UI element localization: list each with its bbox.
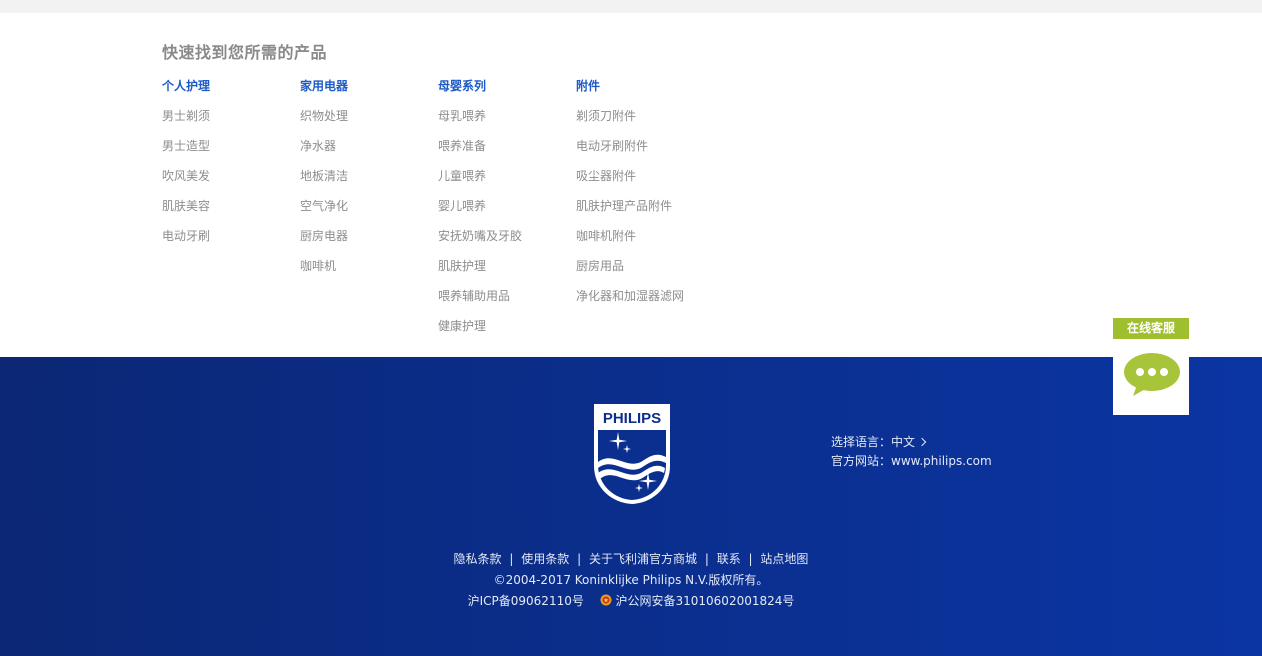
category-link[interactable]: 安抚奶嘴及牙胶: [438, 227, 522, 257]
icp-link[interactable]: 沪ICP备09062110号: [468, 594, 584, 608]
category-column-mother-baby: 母婴系列 母乳喂养 喂养准备 儿童喂养 婴儿喂养 安抚奶嘴及牙胶 肌肤护理 喂养…: [438, 77, 522, 347]
terms-link[interactable]: 使用条款: [521, 552, 569, 566]
sitemap-link[interactable]: 站点地图: [760, 552, 808, 566]
category-column-home-appliances: 家用电器 织物处理 净水器 地板清洁 空气净化 厨房电器 咖啡机: [300, 77, 348, 287]
language-label: 选择语言：中文: [831, 435, 916, 449]
link-separator: |: [704, 552, 709, 566]
language-block: 选择语言：中文 官方网站：www.philips.com: [831, 433, 992, 471]
category-link[interactable]: 厨房电器: [300, 227, 348, 257]
category-link[interactable]: 喂养辅助用品: [438, 287, 522, 317]
link-separator: |: [748, 552, 753, 566]
link-separator: |: [509, 552, 514, 566]
category-link[interactable]: 母乳喂养: [438, 107, 522, 137]
online-service-widget[interactable]: 在线客服: [1113, 318, 1189, 415]
chevron-right-icon: [917, 437, 927, 447]
official-website-link[interactable]: 官方网站：www.philips.com: [831, 452, 992, 471]
contact-link[interactable]: 联系: [717, 552, 741, 566]
category-link[interactable]: 男士剃须: [162, 107, 210, 137]
category-link[interactable]: 织物处理: [300, 107, 348, 137]
category-link[interactable]: 吹风美发: [162, 167, 210, 197]
philips-shield-logo[interactable]: PHILIPS: [592, 402, 672, 506]
footer-legal: 隐私条款 | 使用条款 | 关于飞利浦官方商城 | 联系 | 站点地图 ©200…: [0, 549, 1262, 612]
category-column-accessories: 附件 剃须刀附件 电动牙刷附件 吸尘器附件 肌肤护理产品附件 咖啡机附件 厨房用…: [576, 77, 684, 317]
category-link[interactable]: 男士造型: [162, 137, 210, 167]
chat-label: 在线客服: [1113, 318, 1189, 339]
privacy-link[interactable]: 隐私条款: [454, 552, 502, 566]
finder-title: 快速找到您所需的产品: [162, 43, 328, 62]
copyright-text: ©2004-2017 Koninklijke Philips N.V.版权所有。: [493, 573, 769, 587]
category-heading[interactable]: 附件: [576, 77, 684, 107]
category-link[interactable]: 喂养准备: [438, 137, 522, 167]
category-link[interactable]: 净化器和加湿器滤网: [576, 287, 684, 317]
category-heading[interactable]: 个人护理: [162, 77, 210, 107]
category-link[interactable]: 婴儿喂养: [438, 197, 522, 227]
category-link[interactable]: 儿童喂养: [438, 167, 522, 197]
category-column-personal-care: 个人护理 男士剃须 男士造型 吹风美发 肌肤美容 电动牙刷: [162, 77, 210, 257]
police-record-link[interactable]: 沪公网安备31010602001824号: [616, 594, 795, 608]
category-link[interactable]: 电动牙刷附件: [576, 137, 684, 167]
site-footer: PHILIPS 选择语言：中文 官方网站：www.philips.com 隐私条…: [0, 357, 1262, 656]
category-link[interactable]: 电动牙刷: [162, 227, 210, 257]
category-heading[interactable]: 家用电器: [300, 77, 348, 107]
category-link[interactable]: 厨房用品: [576, 257, 684, 287]
top-strip: [0, 0, 1262, 13]
category-link[interactable]: 剃须刀附件: [576, 107, 684, 137]
about-store-link[interactable]: 关于飞利浦官方商城: [589, 552, 697, 566]
record-line: 沪ICP备09062110号 沪公网安备31010602001824号: [0, 591, 1262, 612]
category-link[interactable]: 肌肤护理产品附件: [576, 197, 684, 227]
category-link[interactable]: 空气净化: [300, 197, 348, 227]
police-badge-icon: [600, 592, 612, 606]
category-link[interactable]: 吸尘器附件: [576, 167, 684, 197]
category-link[interactable]: 肌肤美容: [162, 197, 210, 227]
logo-wordmark: PHILIPS: [603, 410, 661, 427]
chat-bubble-icon: [1123, 352, 1181, 398]
link-separator: |: [577, 552, 582, 566]
category-link[interactable]: 净水器: [300, 137, 348, 167]
category-link[interactable]: 肌肤护理: [438, 257, 522, 287]
category-link[interactable]: 咖啡机: [300, 257, 348, 287]
category-link[interactable]: 健康护理: [438, 317, 522, 347]
category-heading[interactable]: 母婴系列: [438, 77, 522, 107]
product-finder: 快速找到您所需的产品 个人护理 男士剃须 男士造型 吹风美发 肌肤美容 电动牙刷…: [0, 13, 1262, 357]
language-selector[interactable]: 选择语言：中文: [831, 433, 992, 452]
category-link[interactable]: 地板清洁: [300, 167, 348, 197]
footer-nav: 隐私条款 | 使用条款 | 关于飞利浦官方商城 | 联系 | 站点地图: [0, 549, 1262, 570]
category-link[interactable]: 咖啡机附件: [576, 227, 684, 257]
